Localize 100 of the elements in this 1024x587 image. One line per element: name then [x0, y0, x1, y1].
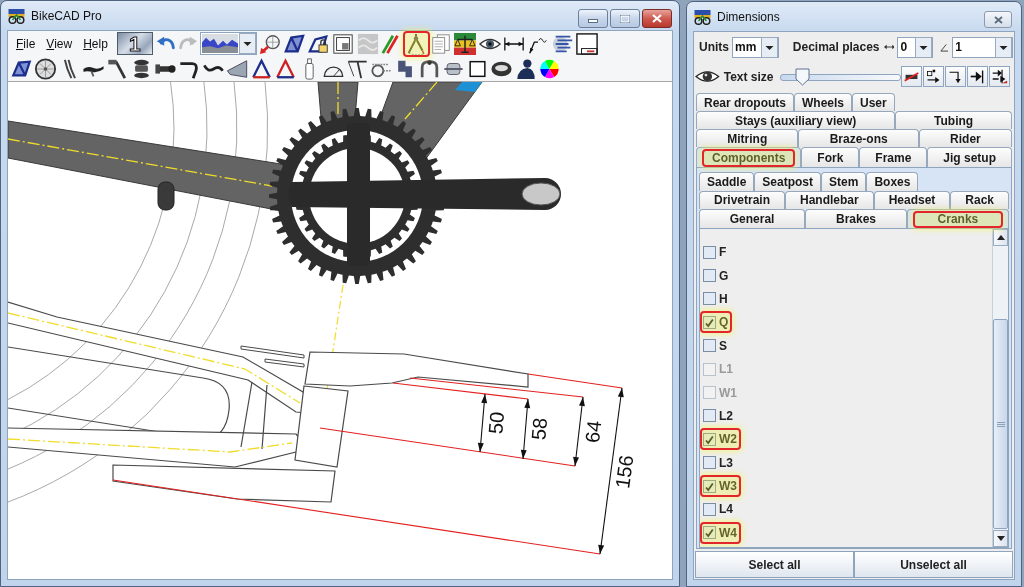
wheel-arrow-icon[interactable]: [259, 32, 282, 55]
dimension-style-button[interactable]: [989, 66, 1010, 87]
checkbox[interactable]: [703, 292, 716, 306]
menu-item[interactable]: File: [12, 36, 40, 51]
maximize-button[interactable]: [610, 9, 640, 28]
close-button[interactable]: [984, 11, 1012, 28]
dimension-label: 156: [611, 453, 638, 490]
tab[interactable]: Wheels: [794, 93, 853, 111]
seatpost-icon[interactable]: [106, 57, 129, 80]
tab[interactable]: Tubing: [895, 111, 1012, 129]
tab[interactable]: User: [852, 93, 895, 111]
menu-item[interactable]: View: [42, 36, 77, 51]
tab[interactable]: Saddle: [699, 172, 755, 191]
minimize-button[interactable]: [578, 9, 608, 28]
checkbox[interactable]: [703, 456, 716, 470]
checkbox-label: F: [719, 245, 727, 260]
checkbox[interactable]: [703, 245, 716, 259]
tab[interactable]: Rear dropouts: [696, 93, 794, 111]
caret-icon: [915, 36, 933, 58]
axle-end: [157, 181, 175, 211]
arrow-to-bar-icon: [969, 68, 986, 85]
person-silhouette-icon[interactable]: [514, 57, 537, 80]
tab[interactable]: Headset: [873, 190, 951, 209]
tab[interactable]: Stays (auxiliary view): [696, 111, 896, 129]
frame-icon[interactable]: [10, 57, 33, 80]
pedal-eye: [521, 182, 561, 206]
checkbox[interactable]: [703, 339, 716, 353]
locked-frame-icon[interactable]: [307, 32, 330, 55]
dimension-style-button[interactable]: [901, 66, 922, 87]
tab[interactable]: Boxes: [866, 172, 919, 191]
checkbox[interactable]: [703, 503, 716, 516]
close-button[interactable]: [642, 9, 672, 28]
bicycle-icon: [694, 8, 711, 25]
vertical-scrollbar[interactable]: [992, 228, 1008, 547]
wedge-icon[interactable]: [226, 57, 249, 80]
caret-down-icon: [996, 536, 1005, 541]
checkbox-label: L1: [719, 362, 733, 377]
dimension-arrow: [477, 393, 488, 453]
checkbox[interactable]: [703, 526, 716, 540]
slider-thumb[interactable]: [795, 67, 811, 86]
tube-segment: [455, 82, 482, 92]
tab[interactable]: Brakes: [805, 209, 907, 228]
unselect-all-button[interactable]: Unselect all: [854, 551, 1013, 578]
centerline: [337, 82, 339, 115]
eye-icon: [695, 69, 720, 84]
dimension-arrow: [520, 398, 531, 460]
scrollbar-thumb[interactable]: [993, 319, 1008, 529]
tab[interactable]: Components: [696, 147, 802, 167]
double-arrow-icon: [883, 44, 895, 50]
units-dropdown[interactable]: mm: [732, 36, 779, 58]
stay-bridge: [240, 381, 268, 450]
text-size-slider[interactable]: [779, 67, 901, 86]
pages-icon[interactable]: [429, 32, 452, 55]
nested-squares-icon[interactable]: [332, 32, 355, 55]
dimension-style-button[interactable]: [945, 66, 966, 87]
menu-item[interactable]: Help: [79, 36, 112, 51]
frame-triangle-icon[interactable]: [274, 57, 297, 80]
tab[interactable]: Seatpost: [754, 172, 822, 191]
tab[interactable]: Frame: [859, 147, 928, 167]
caret-up-icon: [996, 234, 1005, 240]
brake-caliper-icon[interactable]: [418, 57, 441, 80]
checkbox[interactable]: [703, 269, 716, 283]
wheel-icon[interactable]: [34, 57, 57, 80]
tab[interactable]: Rider: [918, 129, 1012, 147]
scroll-up-button[interactable]: [993, 228, 1008, 246]
dimension-arrow: [573, 396, 585, 467]
tab[interactable]: Stem: [821, 172, 867, 191]
checkbox-label: Q: [719, 315, 729, 330]
checkbox[interactable]: [703, 409, 716, 423]
scroll-down-button[interactable]: [993, 530, 1008, 547]
checkbox[interactable]: [703, 432, 716, 446]
balance-scale-icon[interactable]: [454, 32, 477, 55]
angle-icon: [940, 42, 950, 52]
dimension-style-button[interactable]: [923, 66, 944, 87]
tab[interactable]: General: [699, 209, 806, 228]
tab[interactable]: Jig setup: [927, 147, 1012, 167]
frame-triangle-icon[interactable]: [250, 57, 273, 80]
tab[interactable]: Rack: [950, 190, 1010, 209]
checkbox-label: L4: [719, 502, 733, 517]
view-dropdown[interactable]: [199, 32, 257, 55]
close-icon: [652, 14, 662, 23]
tab[interactable]: Braze-ons: [798, 129, 919, 147]
select-all-button[interactable]: Select all: [695, 551, 854, 578]
frame-icon[interactable]: [283, 32, 306, 55]
checkbox-label: S: [719, 338, 727, 353]
tab[interactable]: Cranks: [906, 209, 1009, 228]
checkbox[interactable]: [703, 479, 716, 493]
checkbox[interactable]: [703, 315, 716, 329]
checkbox-label: W3: [719, 479, 737, 494]
dimension-style-button[interactable]: [967, 66, 988, 87]
angle-decimals-dropdown[interactable]: 1: [952, 36, 1013, 58]
checkbox-label: H: [719, 291, 728, 306]
length-decimals-dropdown[interactable]: 0: [897, 36, 934, 58]
tab[interactable]: Fork: [801, 147, 860, 167]
window-title: BikeCAD Pro: [31, 8, 102, 23]
color-wheel-icon[interactable]: [538, 57, 561, 80]
tab[interactable]: Mitring: [696, 129, 799, 147]
minimize-icon: [588, 19, 598, 23]
window-box-icon[interactable]: [576, 32, 599, 55]
superscript-arrow-icon: [925, 68, 942, 85]
